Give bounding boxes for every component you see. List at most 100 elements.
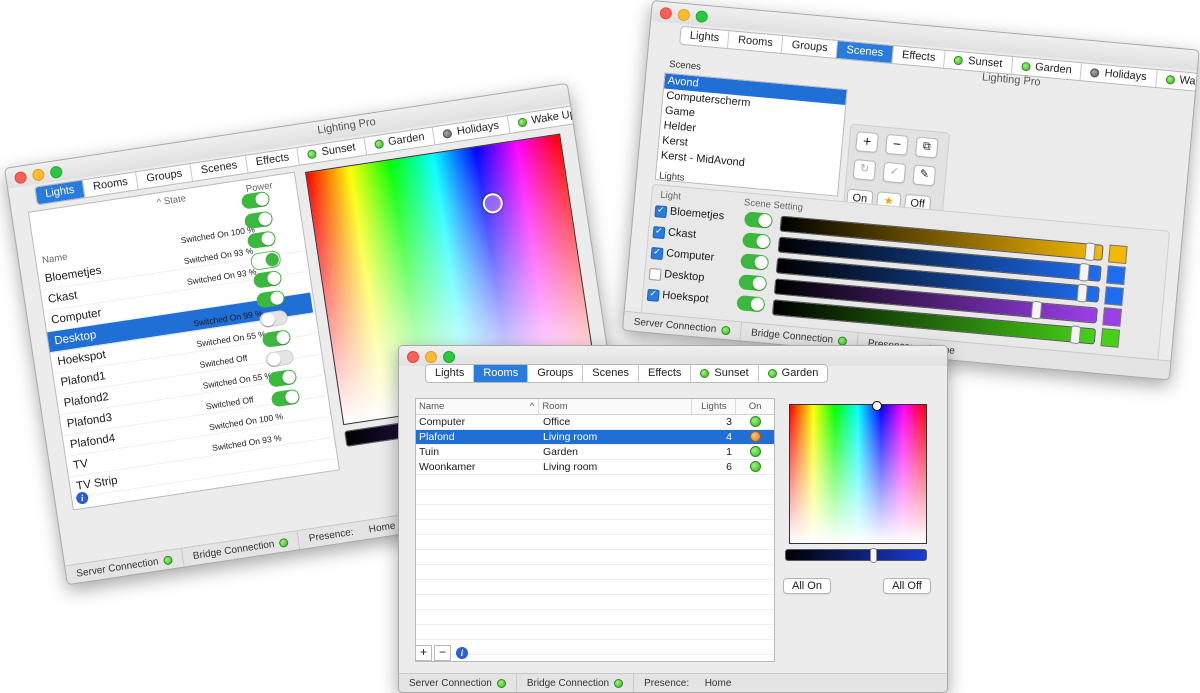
room-lights-count: 4 <box>726 431 732 443</box>
zoom-button[interactable] <box>443 351 455 363</box>
scene-light-toggle[interactable] <box>743 211 774 229</box>
power-toggle[interactable] <box>255 289 286 309</box>
room-on-cell[interactable] <box>736 430 774 444</box>
tab-garden[interactable]: Garden <box>759 365 828 382</box>
pencil-icon[interactable]: ✎ <box>912 164 937 187</box>
color-picker-cursor[interactable] <box>872 401 882 411</box>
check-icon[interactable]: ✓ <box>882 161 907 184</box>
tab-lights[interactable]: Lights <box>35 180 86 205</box>
close-button[interactable] <box>13 170 28 185</box>
scene-light-swatch[interactable] <box>1100 328 1121 348</box>
scene-light-toggle[interactable] <box>741 232 772 250</box>
scene-light-swatch[interactable] <box>1104 286 1124 306</box>
table-row[interactable]: Tuin Garden 1 <box>416 445 774 460</box>
tab-lights[interactable]: Lights <box>680 26 730 49</box>
tab-groups[interactable]: Groups <box>781 36 839 58</box>
color-picker-cursor[interactable] <box>481 191 505 215</box>
scene-light-knob[interactable] <box>1078 262 1090 282</box>
tab-effects[interactable]: Effects <box>245 147 301 173</box>
scene-light-name: Hoekspot <box>661 289 710 306</box>
empty-rows <box>416 475 774 661</box>
tab-label: Rooms <box>92 175 129 193</box>
room-name: Woonkamer <box>419 461 476 473</box>
column-on[interactable]: On <box>736 399 774 414</box>
all-on-button[interactable]: All On <box>783 578 831 594</box>
scene-light-knob[interactable] <box>1030 300 1043 320</box>
tab-lights[interactable]: Lights <box>426 365 475 382</box>
minimize-button[interactable] <box>425 351 437 363</box>
power-toggle[interactable] <box>252 269 283 289</box>
empty-row <box>416 640 774 655</box>
add-room-button[interactable]: + <box>415 645 432 661</box>
power-toggle[interactable] <box>240 190 271 210</box>
power-toggle[interactable] <box>264 348 295 368</box>
zoom-button[interactable] <box>695 10 709 24</box>
zoom-button[interactable] <box>49 165 64 180</box>
column-state[interactable]: ^ State <box>156 193 187 208</box>
tab-effects[interactable]: Effects <box>639 365 692 382</box>
column-room[interactable]: Room <box>539 399 693 414</box>
room-on-cell[interactable] <box>736 415 774 429</box>
all-off-button[interactable]: All Off <box>883 578 931 594</box>
lights-table: Name ^ State Power Bloemetjes Switched On… <box>27 171 340 511</box>
close-button[interactable] <box>407 351 419 363</box>
scene-light-knob[interactable] <box>1076 283 1088 303</box>
scene-light-toggle[interactable] <box>740 253 770 271</box>
power-toggle[interactable] <box>246 230 277 250</box>
tab-label: Groups <box>145 167 183 185</box>
tab-scenes[interactable]: Scenes <box>583 365 639 382</box>
empty-row <box>416 550 774 565</box>
plus-icon[interactable]: + <box>855 131 879 154</box>
room-on-cell[interactable] <box>736 445 774 459</box>
tab-label: Lights <box>689 29 720 45</box>
room-name: Plafond <box>419 431 455 443</box>
scene-light-toggle[interactable] <box>738 274 768 292</box>
column-name[interactable]: Name ^ <box>416 399 540 414</box>
tab-rooms[interactable]: Rooms <box>474 365 529 382</box>
empty-row <box>416 595 774 610</box>
brightness-knob[interactable] <box>870 548 877 563</box>
room-status-led-icon <box>749 431 761 442</box>
minus-icon[interactable]: − <box>885 133 909 156</box>
tab-sunset[interactable]: Sunset <box>691 365 759 382</box>
refresh-icon[interactable]: ↻ <box>852 159 877 181</box>
scene-light-toggle[interactable] <box>736 294 766 313</box>
remove-room-button[interactable]: − <box>434 645 451 661</box>
status-led-icon <box>1165 74 1175 85</box>
close-button[interactable] <box>659 6 673 20</box>
room-on-cell[interactable] <box>736 460 774 474</box>
power-toggle[interactable] <box>258 309 289 329</box>
light-checkbox[interactable] <box>650 246 664 261</box>
room-room: Living room <box>543 431 598 443</box>
power-toggle[interactable] <box>249 249 282 272</box>
table-row[interactable]: Computer Office 3 <box>416 415 774 430</box>
tab-rooms[interactable]: Rooms <box>728 31 784 53</box>
info-icon[interactable]: i <box>456 647 468 659</box>
scene-light-knob[interactable] <box>1069 325 1082 345</box>
light-checkbox[interactable] <box>646 288 660 302</box>
room-lights-count: 1 <box>726 446 732 458</box>
power-toggle[interactable] <box>270 388 301 408</box>
scene-light-swatch[interactable] <box>1102 307 1122 327</box>
table-row[interactable]: Woonkamer Living room 6 <box>416 460 774 475</box>
power-toggle[interactable] <box>261 329 292 349</box>
brightness-slider[interactable] <box>785 548 927 563</box>
table-row[interactable]: Plafond Living room 4 <box>416 430 774 445</box>
tab-groups[interactable]: Groups <box>528 365 584 382</box>
light-checkbox[interactable] <box>654 205 668 219</box>
column-lights[interactable]: Lights <box>692 399 737 414</box>
color-picker[interactable] <box>789 401 927 544</box>
scene-light-swatch[interactable] <box>1106 265 1126 285</box>
minimize-button[interactable] <box>677 8 691 22</box>
scene-light-swatch[interactable] <box>1108 244 1128 265</box>
tabs: Lights Rooms Groups Scenes Effects Sunset Gard… <box>425 364 829 383</box>
light-checkbox[interactable] <box>648 267 662 281</box>
rooms-table: Name ^ Room Lights On Computer Office 3 Plaf… <box>415 398 775 662</box>
scene-light-knob[interactable] <box>1084 242 1096 262</box>
minimize-button[interactable] <box>31 168 46 182</box>
power-toggle[interactable] <box>243 210 274 230</box>
light-checkbox[interactable] <box>652 226 666 240</box>
room-lights-count: 6 <box>726 461 732 473</box>
power-toggle[interactable] <box>267 368 298 388</box>
duplicate-icon[interactable]: ⧉ <box>914 136 939 159</box>
